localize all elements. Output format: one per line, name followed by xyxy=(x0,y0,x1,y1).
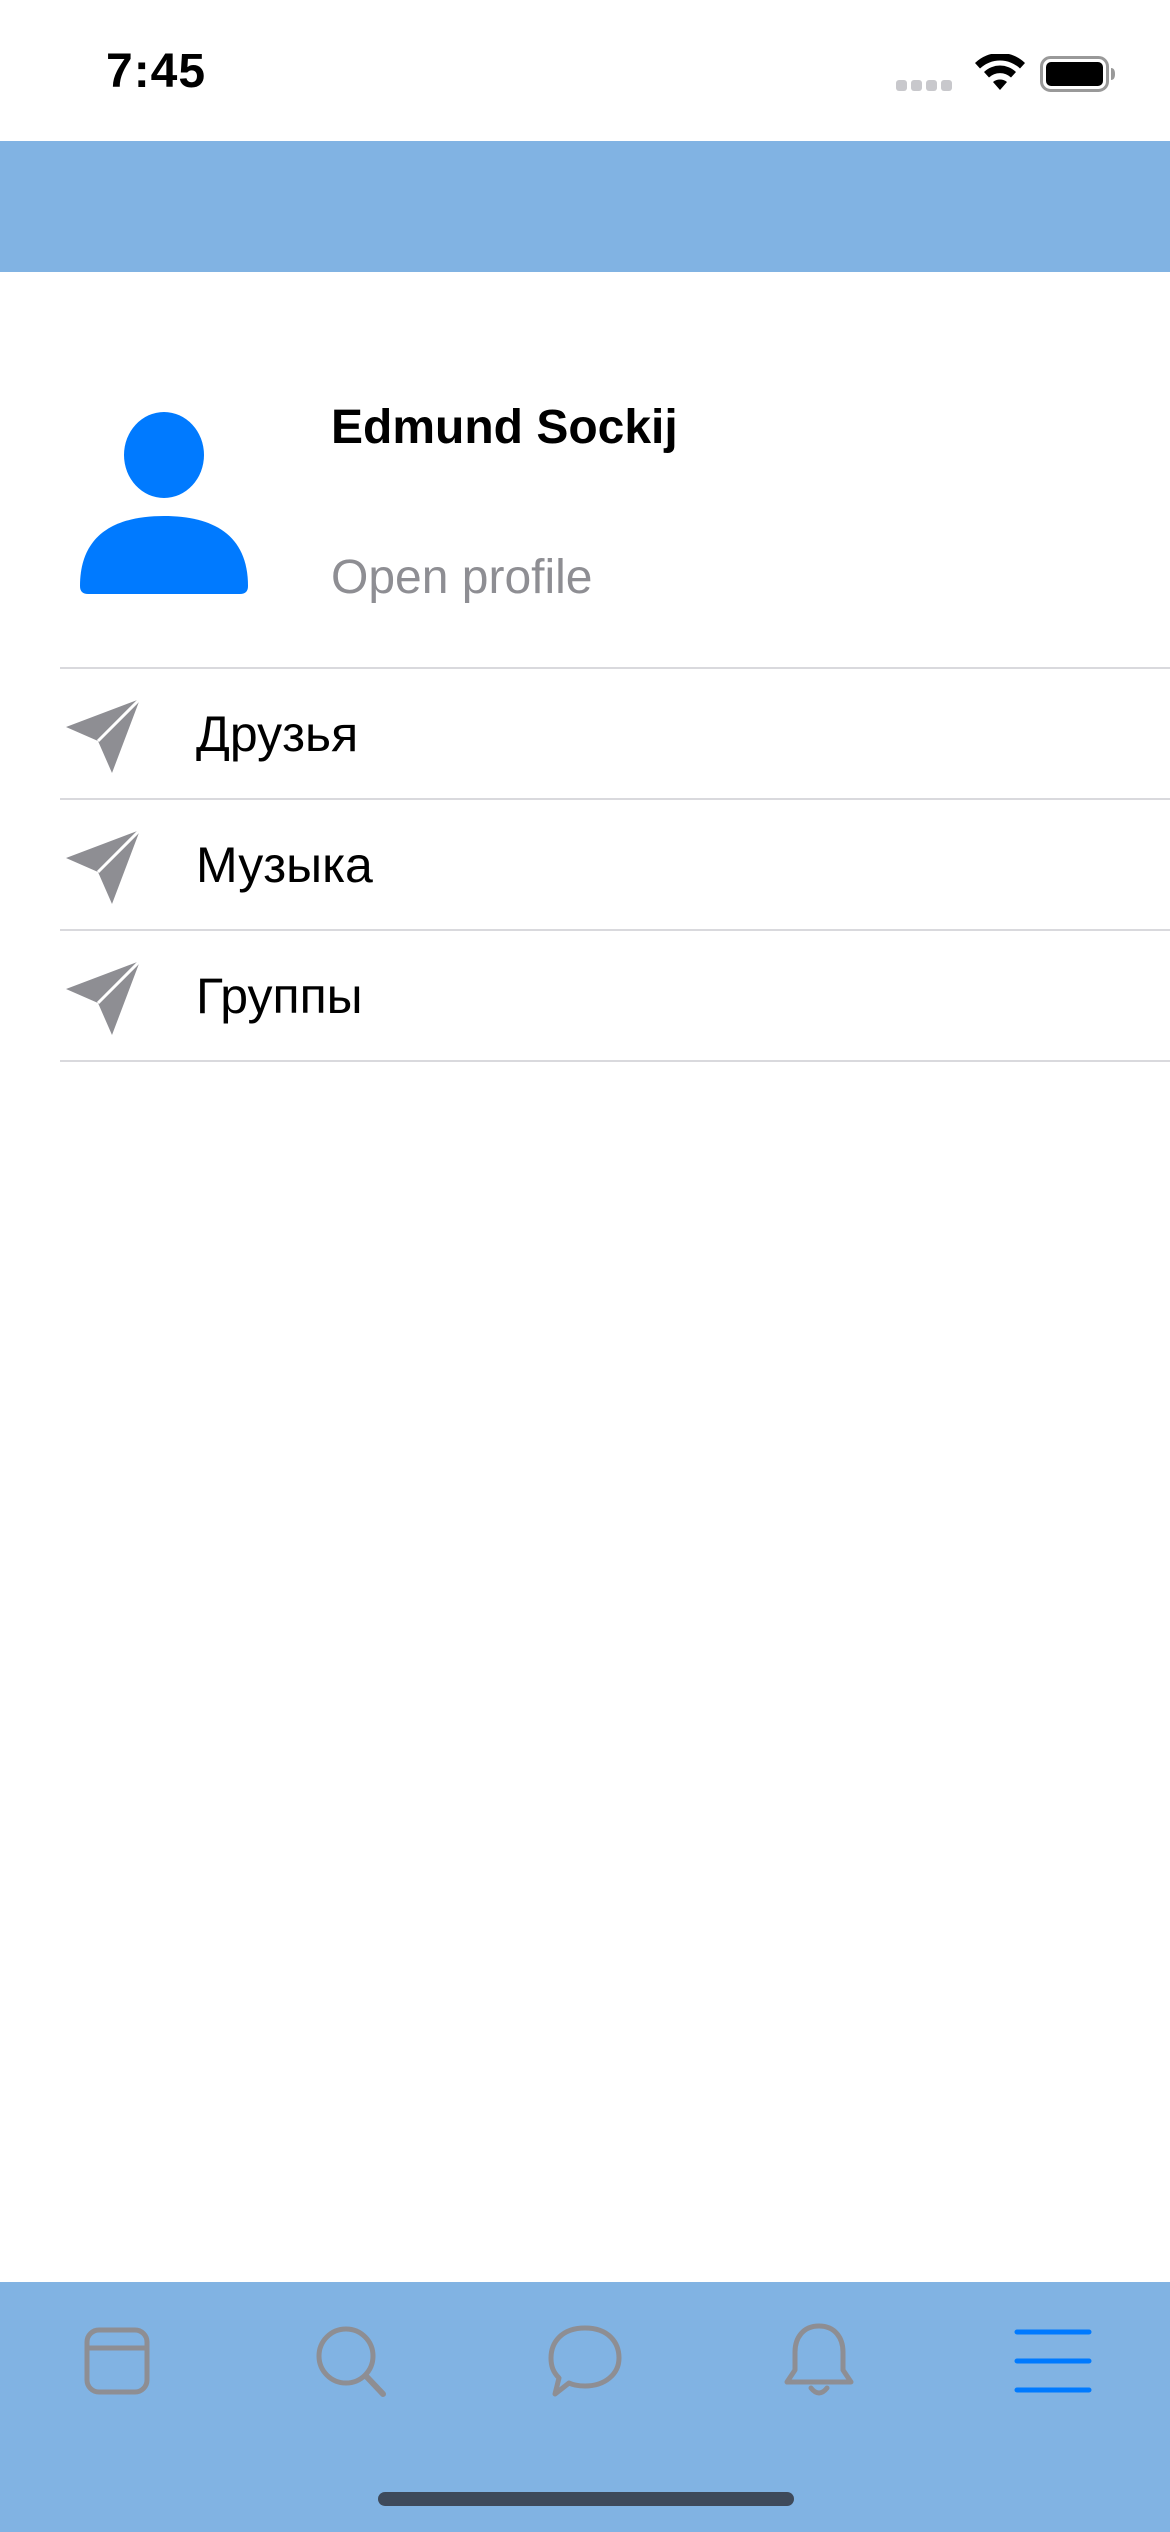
menu-list: Друзья Музыка Группы xyxy=(0,669,1170,1062)
menu-item-label: Музыка xyxy=(196,837,373,893)
menu-item-groups[interactable]: Группы xyxy=(0,931,1170,1062)
status-icons xyxy=(870,0,1170,141)
profile-header[interactable]: Edmund Sockij Open profile xyxy=(0,272,1170,669)
menu-item-music[interactable]: Музыка xyxy=(0,800,1170,931)
menu-item-label: Друзья xyxy=(196,706,359,762)
home-indicator[interactable] xyxy=(378,2492,794,2506)
battery-icon xyxy=(1040,56,1115,92)
tab-bar xyxy=(0,2282,1170,2532)
menu-icon xyxy=(1014,2329,1092,2393)
search-icon xyxy=(316,2326,386,2397)
feed-icon xyxy=(84,2327,150,2395)
send-icon xyxy=(66,959,142,1035)
bell-icon xyxy=(784,2323,854,2396)
menu-item-label: Группы xyxy=(196,968,363,1024)
divider xyxy=(60,1060,1170,1062)
wifi-icon xyxy=(975,54,1025,90)
open-profile-link[interactable]: Open profile xyxy=(331,550,593,605)
screen: 7:45 Edmund Sockij Open profile Друзья М… xyxy=(0,0,1170,2532)
navigation-bar xyxy=(0,141,1170,272)
tab-search[interactable] xyxy=(291,2316,411,2406)
status-bar: 7:45 xyxy=(0,0,1170,141)
send-icon xyxy=(66,828,142,904)
profile-name: Edmund Sockij xyxy=(331,401,678,454)
tab-notifications[interactable] xyxy=(759,2316,879,2406)
send-icon xyxy=(66,697,142,773)
status-time: 7:45 xyxy=(106,45,207,98)
cellular-signal-icon xyxy=(896,80,954,92)
menu-item-friends[interactable]: Друзья xyxy=(0,669,1170,800)
chat-bubble-icon xyxy=(548,2325,622,2397)
tab-feed[interactable] xyxy=(57,2316,177,2406)
person-icon xyxy=(80,412,248,594)
tab-menu[interactable] xyxy=(993,2316,1113,2406)
tab-messages[interactable] xyxy=(525,2316,645,2406)
